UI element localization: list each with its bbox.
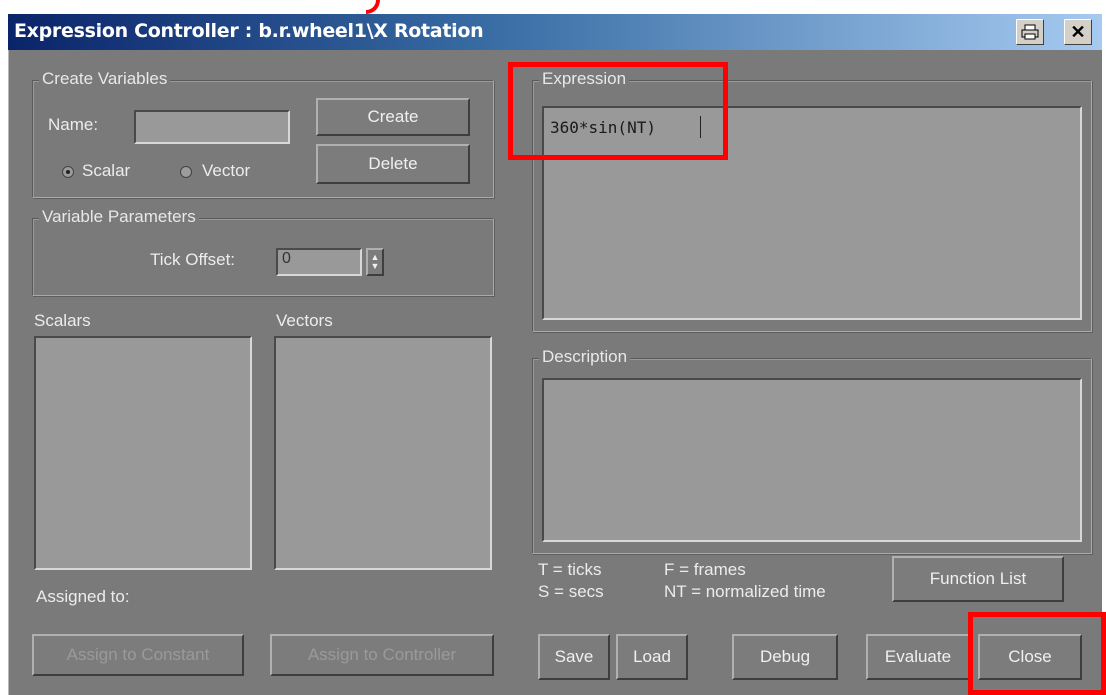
scalars-label: Scalars — [34, 311, 91, 330]
variable-parameters-group: Variable Parameters — [32, 207, 494, 296]
vector-radio[interactable] — [180, 166, 192, 178]
create-variables-legend: Create Variables — [39, 69, 171, 89]
normalized-time-help: NT = normalized time — [664, 582, 826, 601]
text-cursor — [700, 116, 701, 138]
close-button[interactable]: Close — [978, 634, 1082, 680]
tick-offset-label: Tick Offset: — [150, 250, 236, 269]
window-title: Expression Controller : b.r.wheel1\X Rot… — [14, 20, 484, 42]
evaluate-button[interactable]: Evaluate — [866, 634, 970, 680]
expression-value: 360*sin(NT) — [550, 118, 656, 137]
tick-offset-spinner[interactable]: ▲ ▼ — [366, 248, 384, 276]
ticks-help: T = ticks — [538, 560, 602, 579]
secs-help: S = secs — [538, 582, 604, 601]
scalars-list[interactable] — [34, 336, 252, 570]
spinner-down-icon[interactable]: ▼ — [371, 262, 380, 271]
function-list-button[interactable]: Function List — [892, 556, 1064, 602]
expression-textarea[interactable] — [542, 106, 1082, 320]
scalar-radio[interactable] — [62, 166, 74, 178]
description-textarea[interactable] — [542, 378, 1082, 542]
name-label: Name: — [48, 115, 99, 134]
description-legend: Description — [539, 347, 631, 367]
assign-to-controller-button[interactable]: Assign to Controller — [270, 634, 494, 676]
red-curve-mark — [366, 0, 380, 14]
debug-button[interactable]: Debug — [732, 634, 838, 680]
vectors-list[interactable] — [274, 336, 492, 570]
vector-label: Vector — [202, 161, 251, 180]
create-button[interactable]: Create — [316, 98, 470, 136]
scalar-label: Scalar — [82, 161, 131, 180]
close-icon[interactable]: ✕ — [1064, 19, 1092, 45]
variable-parameters-legend: Variable Parameters — [39, 207, 199, 227]
expression-controller-window: Expression Controller : b.r.wheel1\X Rot… — [8, 14, 1102, 695]
tick-offset-input[interactable]: 0 — [276, 248, 362, 276]
save-button[interactable]: Save — [538, 634, 610, 680]
frames-help: F = frames — [664, 560, 746, 579]
title-bar[interactable]: Expression Controller : b.r.wheel1\X Rot… — [8, 14, 1102, 50]
printer-icon[interactable] — [1016, 19, 1044, 45]
assign-to-constant-button[interactable]: Assign to Constant — [32, 634, 244, 676]
load-button[interactable]: Load — [616, 634, 688, 680]
name-input[interactable] — [134, 110, 290, 144]
assigned-to-label: Assigned to: — [36, 587, 130, 606]
expression-legend: Expression — [539, 69, 630, 89]
tick-offset-value: 0 — [282, 250, 291, 267]
vectors-label: Vectors — [276, 311, 333, 330]
delete-button[interactable]: Delete — [316, 144, 470, 184]
